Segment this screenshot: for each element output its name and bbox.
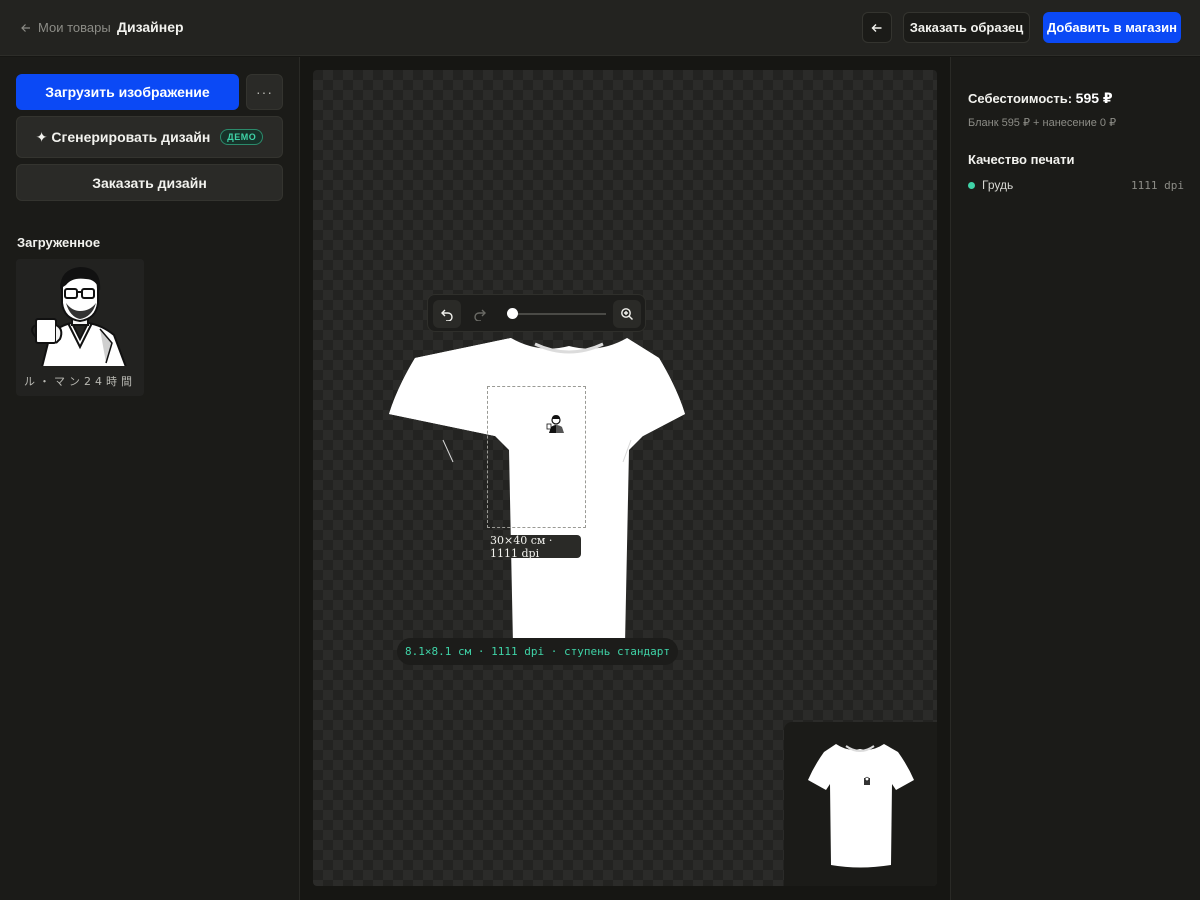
cost-value: 595 ₽ [1075, 90, 1113, 106]
undo-icon [441, 309, 453, 321]
undo-button[interactable] [433, 300, 461, 328]
back-button[interactable] [862, 12, 892, 43]
demo-badge: ДЕМО [220, 129, 264, 145]
uploaded-image-card[interactable]: ル・マン24時間 [16, 259, 144, 396]
more-options-button[interactable]: ··· [246, 74, 283, 110]
quality-item-chest: Грудь 1111 dpi [968, 178, 1184, 194]
add-to-store-button[interactable]: Добавить в магазин [1043, 12, 1181, 43]
right-panel: Себестоимость: 595 ₽ Бланк 595 ₽ + нанес… [950, 57, 1200, 900]
uploaded-image-thumbnail [16, 259, 144, 371]
redo-button[interactable] [466, 300, 494, 328]
top-bar: Мои товары Дизайнер Заказать образец Доб… [0, 0, 1200, 56]
uploaded-image-caption: ル・マン24時間 [24, 375, 136, 388]
left-panel: Загрузить изображение ··· ✦ Сгенерироват… [0, 57, 300, 900]
quality-item-dpi: 1111 dpi [1131, 179, 1184, 192]
mini-preview-tshirt [808, 744, 914, 868]
generate-design-label: ✦ Сгенерировать дизайн [35, 128, 211, 145]
redo-icon [474, 309, 486, 321]
cost-breakdown: Бланк 595 ₽ + нанесение 0 ₽ [968, 117, 1117, 129]
cost-row: Себестоимость: 595 ₽ [968, 90, 1113, 107]
arrow-left-icon [21, 23, 30, 32]
back-to-products-link[interactable]: Мои товары [20, 20, 111, 35]
print-quality-title: Качество печати [968, 152, 1075, 167]
quality-status-dot [968, 182, 975, 189]
cost-label: Себестоимость: [968, 91, 1073, 106]
zoom-slider-track[interactable] [508, 313, 606, 315]
upload-image-button[interactable]: Загрузить изображение [16, 74, 239, 110]
page-title: Дизайнер [117, 19, 184, 35]
design-canvas[interactable]: 30×40 см · 1111 dpi 8.1×8.1 см · 1111 dp… [313, 70, 937, 886]
generate-design-button[interactable]: ✦ Сгенерировать дизайн ДЕМО [16, 116, 283, 158]
order-sample-button[interactable]: Заказать образец [903, 12, 1030, 43]
zoom-in-icon [621, 308, 633, 320]
back-link-label: Мои товары [38, 20, 111, 35]
print-area-outline[interactable] [487, 386, 586, 528]
zoom-slider-thumb[interactable] [507, 308, 518, 319]
zoom-in-button[interactable] [613, 300, 641, 328]
mini-preview[interactable] [784, 722, 937, 886]
quality-item-label: Грудь [982, 178, 1014, 192]
design-info-pill: 8.1×8.1 см · 1111 dpi · ступень стандарт [397, 638, 678, 665]
uploaded-section-title: Загруженное [17, 235, 101, 250]
canvas-toolbar [427, 294, 646, 332]
order-design-button[interactable]: Заказать дизайн [16, 164, 283, 201]
print-area-size-label: 30×40 см · 1111 dpi [490, 534, 581, 560]
arrow-left-icon [871, 23, 882, 32]
more-icon: ··· [256, 84, 273, 100]
